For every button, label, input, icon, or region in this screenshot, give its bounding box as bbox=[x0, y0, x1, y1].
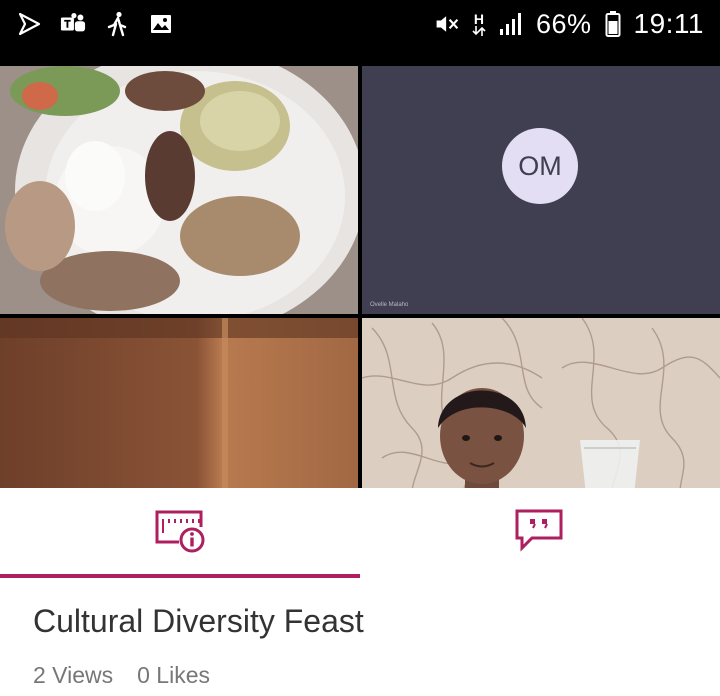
participant-video-food bbox=[0, 66, 358, 314]
teams-icon bbox=[60, 11, 86, 37]
tab-selected-indicator bbox=[0, 574, 360, 578]
walking-icon bbox=[104, 11, 130, 37]
likes-count[interactable]: 0 Likes bbox=[137, 662, 210, 689]
battery-percentage: 66% bbox=[535, 8, 592, 39]
participant-name: Ovelle Malaho bbox=[370, 302, 409, 308]
avatar: OM bbox=[502, 128, 578, 204]
info-details-icon bbox=[154, 509, 206, 558]
image-icon bbox=[148, 11, 174, 37]
clock: 19:11 bbox=[633, 8, 704, 39]
status-left-icons bbox=[16, 11, 174, 37]
status-right-icons: H 66% 19:11 bbox=[434, 8, 704, 40]
comments-icon bbox=[514, 508, 566, 559]
status-bar: H 66% 19:11 bbox=[0, 0, 720, 48]
views-count: 2 Views bbox=[33, 662, 114, 688]
play-outline-icon bbox=[16, 11, 42, 37]
tab-comments[interactable] bbox=[360, 488, 720, 578]
network-type-text: H bbox=[473, 11, 485, 27]
network-h-icon: H bbox=[472, 12, 486, 36]
tab-details[interactable] bbox=[0, 488, 360, 578]
video-title: Cultural Diversity Feast bbox=[33, 603, 364, 639]
video-player[interactable]: OM Ovelle Malaho bbox=[0, 48, 720, 518]
video-stats: 2 Views 0 Likes bbox=[33, 662, 210, 689]
signal-icon bbox=[498, 11, 524, 37]
tab-bar bbox=[0, 488, 720, 578]
participant-tile-om: OM Ovelle Malaho bbox=[362, 66, 720, 314]
battery-icon bbox=[604, 11, 622, 37]
mute-icon bbox=[434, 11, 460, 37]
